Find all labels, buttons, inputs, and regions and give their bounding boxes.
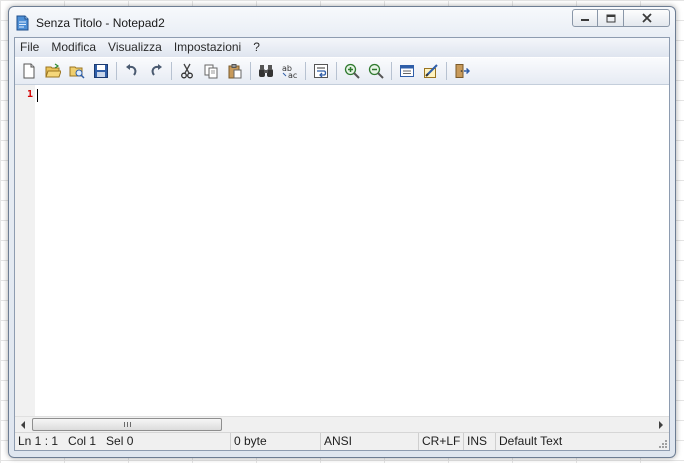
- toolbar-separator: [171, 62, 172, 80]
- minimize-icon: [581, 19, 589, 21]
- svg-text:ac: ac: [288, 71, 297, 79]
- caption-buttons: [572, 9, 670, 29]
- menu-impostazioni[interactable]: Impostazioni: [168, 38, 247, 57]
- toolbar-separator: [446, 62, 447, 80]
- save-icon: [94, 64, 108, 78]
- browse-button[interactable]: [66, 60, 88, 82]
- new-file-button[interactable]: [18, 60, 40, 82]
- scrollbar-grip-icon: [123, 422, 131, 427]
- toolbar: ab ac: [15, 58, 669, 85]
- zoom-out-icon: [368, 63, 384, 79]
- undo-icon: [126, 64, 137, 76]
- status-encoding[interactable]: ANSI: [321, 433, 419, 450]
- arrow-left-icon: [21, 420, 25, 429]
- resize-grip-icon[interactable]: [658, 439, 668, 449]
- save-button[interactable]: [90, 60, 112, 82]
- menu-bar: File Modifica Visualizza Impostazioni ?: [15, 38, 669, 57]
- find-button[interactable]: [255, 60, 277, 82]
- scheme-icon: [400, 65, 414, 77]
- close-button[interactable]: [624, 9, 670, 27]
- close-icon: [641, 13, 652, 23]
- client-area: File Modifica Visualizza Impostazioni ?: [14, 37, 670, 451]
- toolbar-separator: [336, 62, 337, 80]
- copy-icon: [204, 64, 218, 79]
- paste-button[interactable]: [224, 60, 246, 82]
- word-wrap-button[interactable]: [310, 60, 332, 82]
- arrow-right-icon: [659, 420, 663, 429]
- paste-icon: [228, 64, 242, 79]
- text-caret: [37, 89, 38, 102]
- status-position[interactable]: Ln 1 : 1 Col 1 Sel 0: [15, 433, 231, 450]
- status-insert-mode[interactable]: INS: [464, 433, 496, 450]
- browse-icon: [69, 66, 85, 79]
- title-bar[interactable]: Senza Titolo - Notepad2: [9, 7, 675, 37]
- zoom-in-icon: [344, 63, 360, 79]
- maximize-button[interactable]: [598, 9, 624, 27]
- exit-icon: [455, 64, 470, 78]
- status-eol[interactable]: CR+LF: [419, 433, 464, 450]
- open-folder-icon: [45, 63, 61, 78]
- find-icon: [259, 65, 273, 77]
- status-size: 0 byte: [231, 433, 321, 450]
- editor-area[interactable]: 1: [15, 85, 669, 416]
- status-lexer[interactable]: Default Text: [496, 433, 669, 450]
- toolbar-separator: [116, 62, 117, 80]
- zoom-in-button[interactable]: [341, 60, 363, 82]
- replace-icon: abac: [282, 64, 297, 79]
- undo-button[interactable]: [121, 60, 143, 82]
- redo-button[interactable]: [145, 60, 167, 82]
- scroll-right-button[interactable]: [653, 417, 669, 432]
- open-button[interactable]: [42, 60, 64, 82]
- minimize-button[interactable]: [572, 9, 598, 27]
- toolbar-separator: [391, 62, 392, 80]
- word-wrap-icon: [314, 64, 328, 78]
- horizontal-scrollbar[interactable]: [15, 416, 669, 432]
- notepad-window: Senza Titolo - Notepad2 File Modifica Vi…: [8, 6, 676, 458]
- replace-button[interactable]: ab ac: [279, 60, 301, 82]
- copy-button[interactable]: [200, 60, 222, 82]
- scheme-button[interactable]: [396, 60, 418, 82]
- toolbar-separator: [250, 62, 251, 80]
- line-number: 1: [26, 89, 33, 100]
- maximize-icon: [606, 14, 615, 22]
- exit-button[interactable]: [451, 60, 473, 82]
- line-number-gutter: 1: [15, 85, 35, 416]
- status-bar: Ln 1 : 1 Col 1 Sel 0 0 byte ANSI CR+LF I…: [15, 432, 669, 450]
- cut-icon: [181, 63, 193, 79]
- scrollbar-thumb[interactable]: [32, 418, 222, 431]
- customize-scheme-icon: [424, 64, 438, 78]
- notepad-app-icon: [16, 15, 29, 31]
- menu-help[interactable]: ?: [247, 38, 266, 57]
- zoom-out-button[interactable]: [365, 60, 387, 82]
- cut-button[interactable]: [176, 60, 198, 82]
- menu-file[interactable]: File: [15, 38, 45, 57]
- menu-modifica[interactable]: Modifica: [45, 38, 102, 57]
- new-file-icon: [23, 63, 35, 79]
- toolbar-separator: [305, 62, 306, 80]
- redo-icon: [151, 64, 162, 76]
- scroll-left-button[interactable]: [15, 417, 31, 432]
- menu-visualizza[interactable]: Visualizza: [102, 38, 168, 57]
- text-editor[interactable]: [37, 85, 669, 416]
- customize-scheme-button[interactable]: [420, 60, 442, 82]
- window-title: Senza Titolo - Notepad2: [36, 16, 165, 30]
